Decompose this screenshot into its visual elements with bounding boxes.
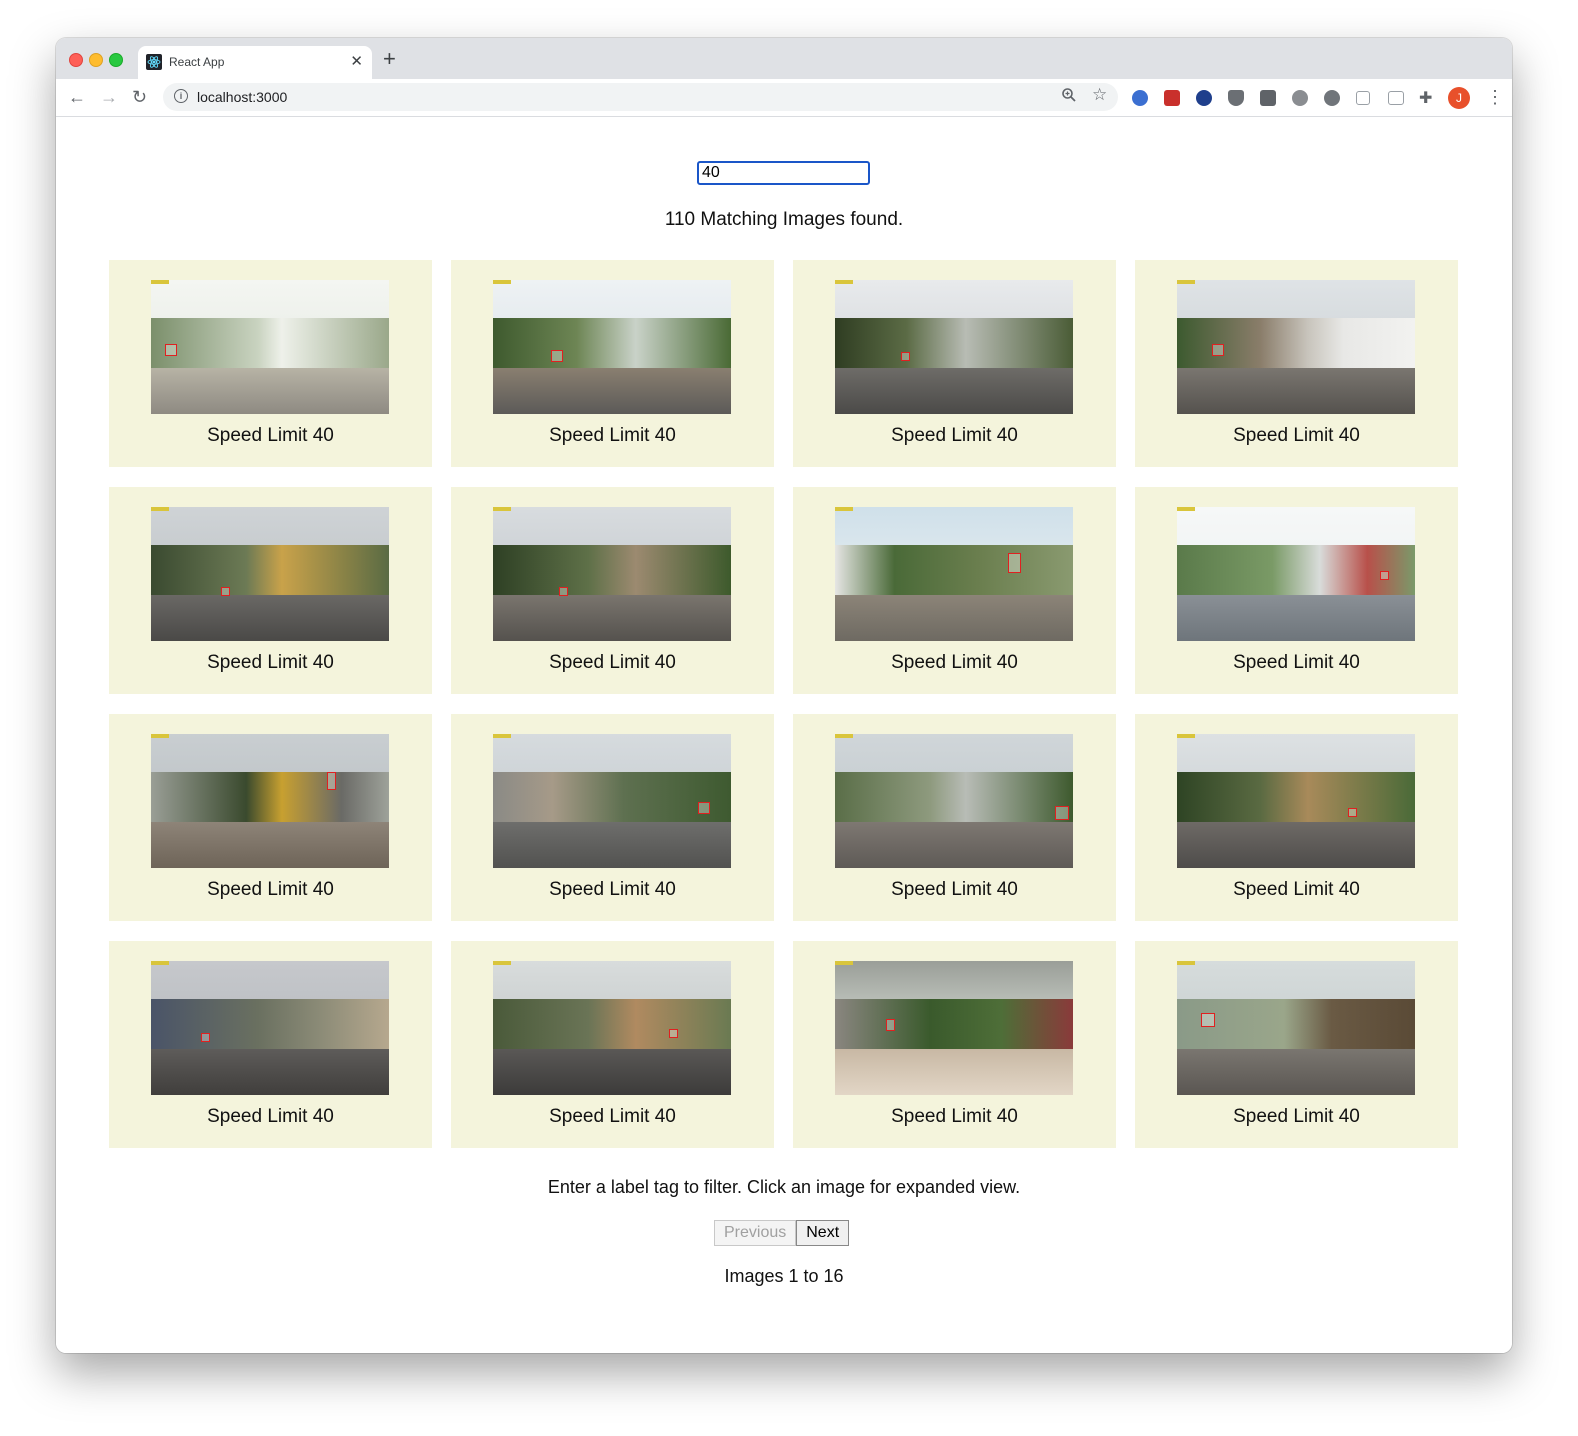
profile-avatar[interactable]: J: [1448, 87, 1470, 109]
card-label: Speed Limit 40: [1233, 425, 1360, 446]
zoom-window-button[interactable]: [109, 53, 123, 67]
road-photo-thumbnail[interactable]: [493, 734, 731, 868]
image-card[interactable]: Speed Limit 40: [451, 714, 774, 921]
card-label: Speed Limit 40: [1233, 652, 1360, 673]
close-window-button[interactable]: [69, 53, 83, 67]
url-text: localhost:3000: [197, 89, 288, 105]
pagination: Previous Next: [714, 1220, 850, 1246]
new-tab-icon[interactable]: +: [383, 47, 396, 71]
card-label: Speed Limit 40: [549, 425, 676, 446]
road-photo-thumbnail[interactable]: [151, 507, 389, 641]
image-card[interactable]: Speed Limit 40: [109, 487, 432, 694]
image-card[interactable]: Speed Limit 40: [1135, 487, 1458, 694]
card-label: Speed Limit 40: [891, 425, 1018, 446]
road-photo-thumbnail[interactable]: [493, 507, 731, 641]
previous-page-button[interactable]: Previous: [714, 1220, 797, 1246]
browser-toolbar: ← → ↻ i localhost:3000 ☆ ✚ J ⋮: [56, 79, 1512, 117]
image-card[interactable]: Speed Limit 40: [793, 487, 1116, 694]
image-card[interactable]: Speed Limit 40: [793, 941, 1116, 1148]
road-photo-thumbnail[interactable]: [835, 280, 1073, 414]
road-photo-thumbnail[interactable]: [835, 734, 1073, 868]
forward-arrow-icon[interactable]: →: [100, 87, 118, 107]
extension-8-icon[interactable]: [1356, 91, 1370, 105]
site-info-icon[interactable]: i: [174, 89, 188, 103]
extension-3-icon[interactable]: [1196, 90, 1212, 106]
road-photo-thumbnail[interactable]: [1177, 961, 1415, 1095]
card-label: Speed Limit 40: [891, 1106, 1018, 1127]
match-count-text: 110 Matching Images found.: [664, 209, 904, 230]
image-card[interactable]: Speed Limit 40: [793, 260, 1116, 467]
image-card[interactable]: Speed Limit 40: [1135, 714, 1458, 921]
extension-6-icon[interactable]: [1292, 90, 1308, 106]
image-card[interactable]: Speed Limit 40: [109, 714, 432, 921]
reload-icon[interactable]: ↻: [132, 87, 147, 107]
road-photo-thumbnail[interactable]: [151, 734, 389, 868]
browser-tab[interactable]: React App ✕: [138, 46, 372, 79]
close-tab-icon[interactable]: ✕: [350, 52, 363, 70]
extension-1-icon[interactable]: [1132, 90, 1148, 106]
road-photo-thumbnail[interactable]: [151, 280, 389, 414]
road-photo-thumbnail[interactable]: [493, 961, 731, 1095]
road-photo-thumbnail[interactable]: [151, 961, 389, 1095]
react-logo-icon: [146, 54, 162, 70]
extension-5-icon[interactable]: [1260, 90, 1276, 106]
card-label: Speed Limit 40: [549, 1106, 676, 1127]
image-card[interactable]: Speed Limit 40: [1135, 260, 1458, 467]
road-photo-thumbnail[interactable]: [1177, 507, 1415, 641]
image-card[interactable]: Speed Limit 40: [109, 941, 432, 1148]
image-card[interactable]: Speed Limit 40: [1135, 941, 1458, 1148]
road-photo-thumbnail[interactable]: [493, 280, 731, 414]
page-content: 110 Matching Images found. Speed Limit 4…: [56, 117, 1512, 1353]
image-grid: Speed Limit 40 Speed Limit 40 Speed Limi…: [109, 260, 1459, 1148]
image-range-text: Images 1 to 16: [724, 1266, 844, 1286]
card-label: Speed Limit 40: [891, 652, 1018, 673]
image-card[interactable]: Speed Limit 40: [451, 487, 774, 694]
address-bar[interactable]: i localhost:3000 ☆: [163, 83, 1118, 111]
extensions-puzzle-icon[interactable]: ✚: [1419, 88, 1432, 108]
browser-menu-icon[interactable]: ⋮: [1486, 87, 1504, 108]
label-filter-input[interactable]: [697, 161, 870, 185]
extension-7-icon[interactable]: [1324, 90, 1340, 106]
image-card[interactable]: Speed Limit 40: [451, 941, 774, 1148]
instructions-text: Enter a label tag to filter. Click an im…: [547, 1177, 1021, 1197]
road-photo-thumbnail[interactable]: [835, 961, 1073, 1095]
road-photo-thumbnail[interactable]: [1177, 280, 1415, 414]
extension-4-icon[interactable]: [1228, 90, 1244, 106]
tab-title: React App: [169, 55, 225, 69]
road-photo-thumbnail[interactable]: [835, 507, 1073, 641]
card-label: Speed Limit 40: [207, 879, 334, 900]
card-label: Speed Limit 40: [891, 879, 1018, 900]
browser-window: React App ✕ + ← → ↻ i localhost:3000 ☆ ✚…: [56, 38, 1512, 1353]
image-card[interactable]: Speed Limit 40: [793, 714, 1116, 921]
zoom-icon[interactable]: [1061, 87, 1077, 108]
road-photo-thumbnail[interactable]: [1177, 734, 1415, 868]
image-card[interactable]: Speed Limit 40: [451, 260, 774, 467]
tab-strip: React App ✕ +: [56, 38, 1512, 79]
next-page-button[interactable]: Next: [796, 1220, 850, 1246]
minimize-window-button[interactable]: [89, 53, 103, 67]
card-label: Speed Limit 40: [207, 425, 334, 446]
card-label: Speed Limit 40: [1233, 1106, 1360, 1127]
bookmark-star-icon[interactable]: ☆: [1092, 85, 1107, 105]
back-arrow-icon[interactable]: ←: [68, 87, 86, 107]
card-label: Speed Limit 40: [1233, 879, 1360, 900]
card-label: Speed Limit 40: [207, 652, 334, 673]
card-label: Speed Limit 40: [549, 879, 676, 900]
card-label: Speed Limit 40: [549, 652, 676, 673]
extension-2-icon[interactable]: [1164, 90, 1180, 106]
image-card[interactable]: Speed Limit 40: [109, 260, 432, 467]
card-label: Speed Limit 40: [207, 1106, 334, 1127]
extension-9-icon[interactable]: [1388, 91, 1404, 105]
